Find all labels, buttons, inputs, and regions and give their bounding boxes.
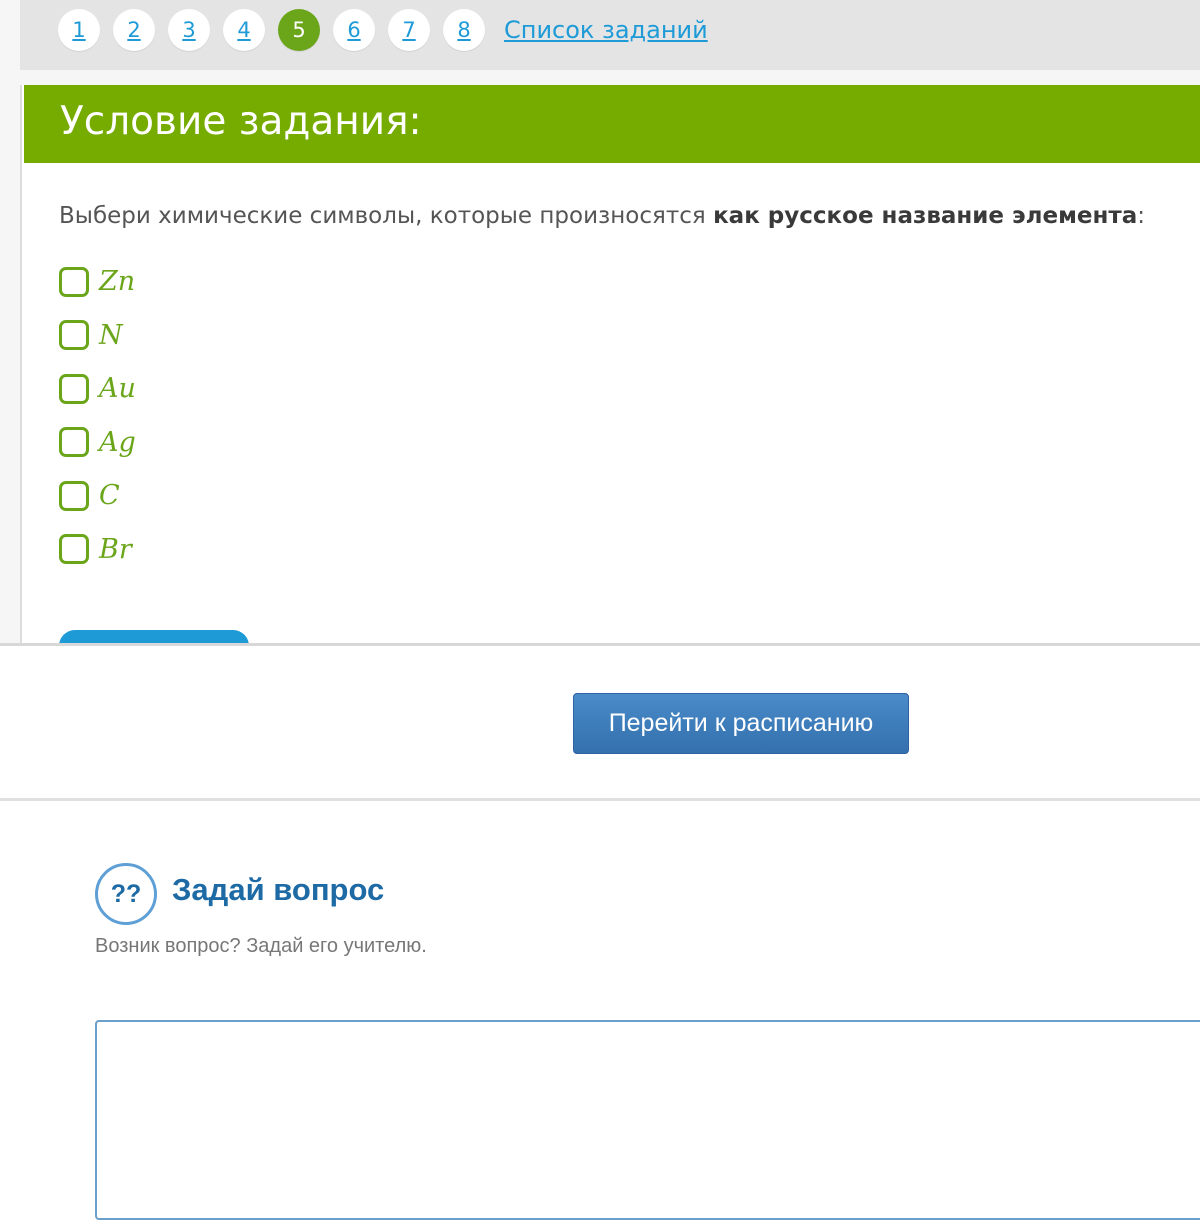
- option-c[interactable]: C: [59, 469, 136, 523]
- option-label: N: [99, 319, 123, 351]
- prompt-end: :: [1137, 203, 1145, 229]
- option-label: C: [99, 480, 120, 512]
- page-3-button[interactable]: 3: [168, 9, 210, 51]
- option-br[interactable]: Br: [59, 523, 136, 577]
- option-label: Zn: [99, 266, 136, 298]
- page-8-button[interactable]: 8: [443, 9, 485, 51]
- checkbox[interactable]: [59, 480, 89, 511]
- option-label: Br: [99, 533, 132, 565]
- prompt-text: Выбери химические символы, которые произ…: [59, 203, 714, 229]
- option-au[interactable]: Au: [59, 362, 136, 416]
- page-4-button[interactable]: 4: [223, 9, 265, 51]
- checkbox[interactable]: [59, 427, 89, 458]
- option-ag[interactable]: Ag: [59, 416, 136, 470]
- task-card: Условие задания: Выбери химические симво…: [20, 85, 1200, 645]
- divider: [0, 643, 1200, 646]
- task-header-title: Условие задания:: [60, 99, 422, 144]
- ask-question-subtitle: Возник вопрос? Задай его учителю.: [95, 935, 427, 957]
- prompt-bold-text: как русское название элемента: [713, 203, 1138, 229]
- page-2-button[interactable]: 2: [113, 9, 155, 51]
- option-zn[interactable]: Zn: [59, 255, 136, 309]
- question-icon-glyph: ??: [110, 879, 142, 908]
- option-label: Au: [99, 373, 136, 405]
- checkbox[interactable]: [59, 373, 89, 404]
- task-pager: 1 2 3 4 5 6 7 8 Список заданий: [20, 0, 1200, 70]
- task-list-link[interactable]: Список заданий: [504, 16, 708, 44]
- checkbox[interactable]: [59, 320, 89, 351]
- page-6-button[interactable]: 6: [333, 9, 375, 51]
- option-label: Ag: [99, 426, 136, 458]
- question-icon: ??: [95, 863, 157, 925]
- page-7-button[interactable]: 7: [388, 9, 430, 51]
- divider: [0, 798, 1200, 801]
- checkbox[interactable]: [59, 266, 89, 297]
- task-prompt: Выбери химические символы, которые произ…: [59, 203, 1145, 229]
- go-to-schedule-button[interactable]: Перейти к расписанию: [573, 693, 909, 754]
- page-1-button[interactable]: 1: [58, 9, 100, 51]
- checkbox[interactable]: [59, 534, 89, 565]
- page-5-button-active[interactable]: 5: [278, 9, 320, 51]
- pager-row: 1 2 3 4 5 6 7 8 Список заданий: [58, 9, 708, 51]
- answer-options: Zn N Au Ag C Br: [59, 255, 136, 576]
- question-textarea[interactable]: [95, 1020, 1200, 1220]
- option-n[interactable]: N: [59, 309, 136, 363]
- task-frame: 1 2 3 4 5 6 7 8 Список заданий Условие з…: [0, 0, 1200, 645]
- task-header: Условие задания:: [24, 85, 1200, 163]
- ask-question-title: Задай вопрос: [172, 872, 385, 907]
